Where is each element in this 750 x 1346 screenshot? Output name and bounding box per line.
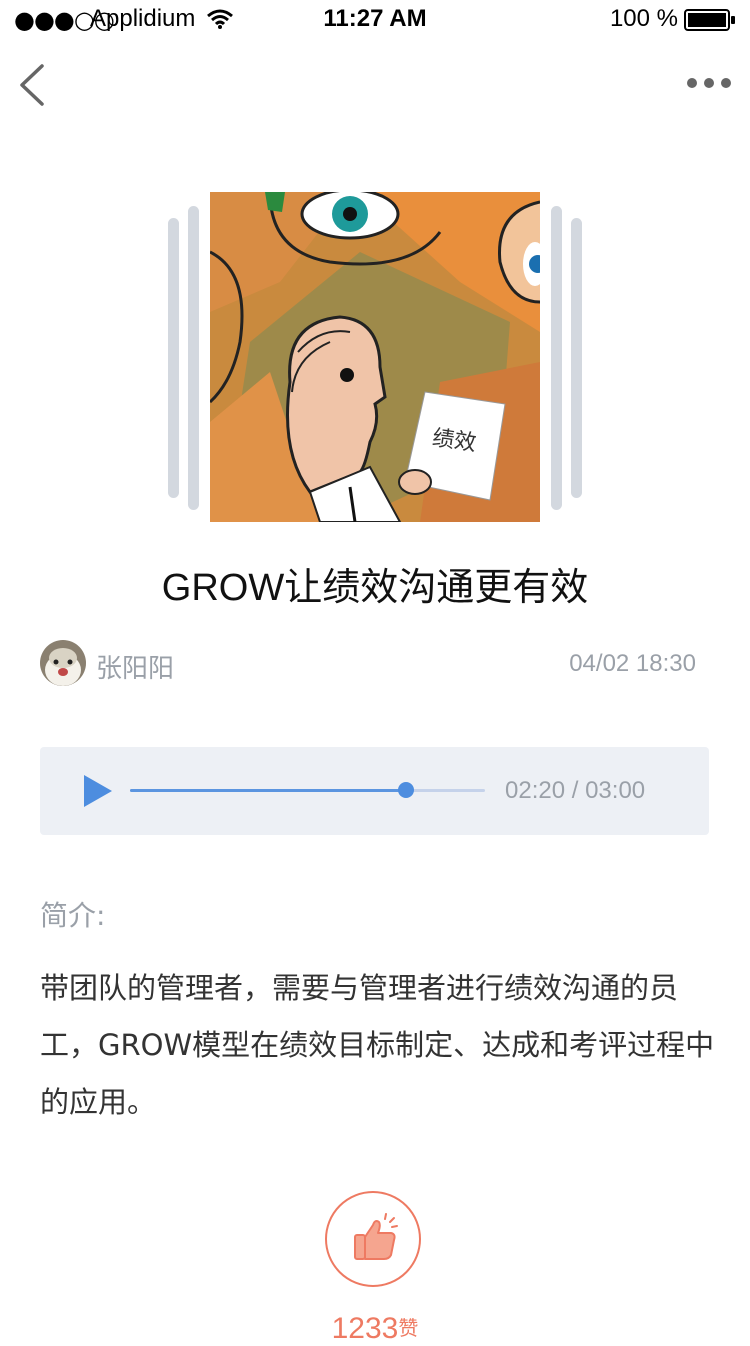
like-count-suffix: 赞 [398, 1318, 419, 1340]
cover-stack-bar [571, 218, 582, 498]
status-bar: ●●●○○ Applidium 11:27 AM 100 % [0, 0, 750, 40]
total-duration: 03:00 [585, 777, 646, 804]
progress-knob[interactable] [398, 782, 415, 798]
battery-icon [684, 9, 735, 31]
avatar[interactable] [40, 640, 86, 686]
intro-label: 简介: [40, 899, 106, 932]
play-button[interactable] [80, 773, 114, 809]
cover-illustration: 绩效 [210, 192, 540, 522]
like-button[interactable] [325, 1191, 421, 1287]
cover-stack-bar [188, 206, 199, 510]
progress-fill [130, 789, 407, 792]
play-icon [84, 775, 112, 807]
like-count: 1233赞 [0, 1312, 750, 1346]
time-separator: / [565, 777, 586, 804]
time-readout: 02:20 / 03:00 [505, 777, 645, 805]
more-dots-icon [687, 78, 731, 88]
battery-percent: 100 % [609, 5, 678, 32]
author-name[interactable]: 张阳阳 [96, 648, 174, 685]
cover-stack-bar [168, 218, 179, 498]
cover-image[interactable]: 绩效 [210, 192, 540, 522]
like-count-number: 1233 [331, 1312, 399, 1345]
chevron-left-icon [20, 64, 44, 106]
page-title: GROW让绩效沟通更有效 [161, 567, 589, 609]
progress-slider[interactable] [130, 782, 485, 798]
publish-time: 04/02 18:30 [569, 650, 696, 677]
more-button[interactable] [684, 68, 734, 98]
intro-text: 带团队的管理者，需要与管理者进行绩效沟通的员工，GROW模型在绩效目标制定、达成… [40, 971, 715, 1119]
cover-stack-bar [551, 206, 562, 510]
cover-section: 绩效 [0, 190, 750, 524]
back-button[interactable] [14, 60, 54, 110]
avatar-image [40, 640, 86, 686]
current-time: 02:20 [505, 777, 566, 804]
thumbs-up-icon [354, 1213, 398, 1260]
audio-player: 02:20 / 03:00 [40, 747, 709, 835]
